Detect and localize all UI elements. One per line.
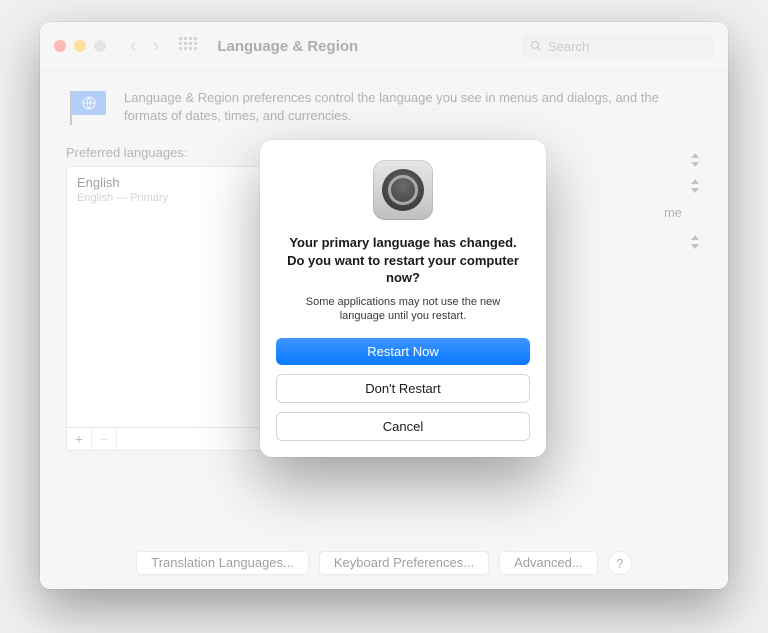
- system-preferences-icon: [373, 160, 433, 220]
- dialog-message: Some applications may not use the new la…: [276, 295, 530, 325]
- restart-dialog: Your primary language has changed. Do yo…: [260, 140, 546, 457]
- cancel-button[interactable]: Cancel: [276, 412, 530, 441]
- restart-now-button[interactable]: Restart Now: [276, 338, 530, 365]
- dialog-title: Your primary language has changed. Do yo…: [276, 234, 530, 287]
- dont-restart-button[interactable]: Don't Restart: [276, 374, 530, 403]
